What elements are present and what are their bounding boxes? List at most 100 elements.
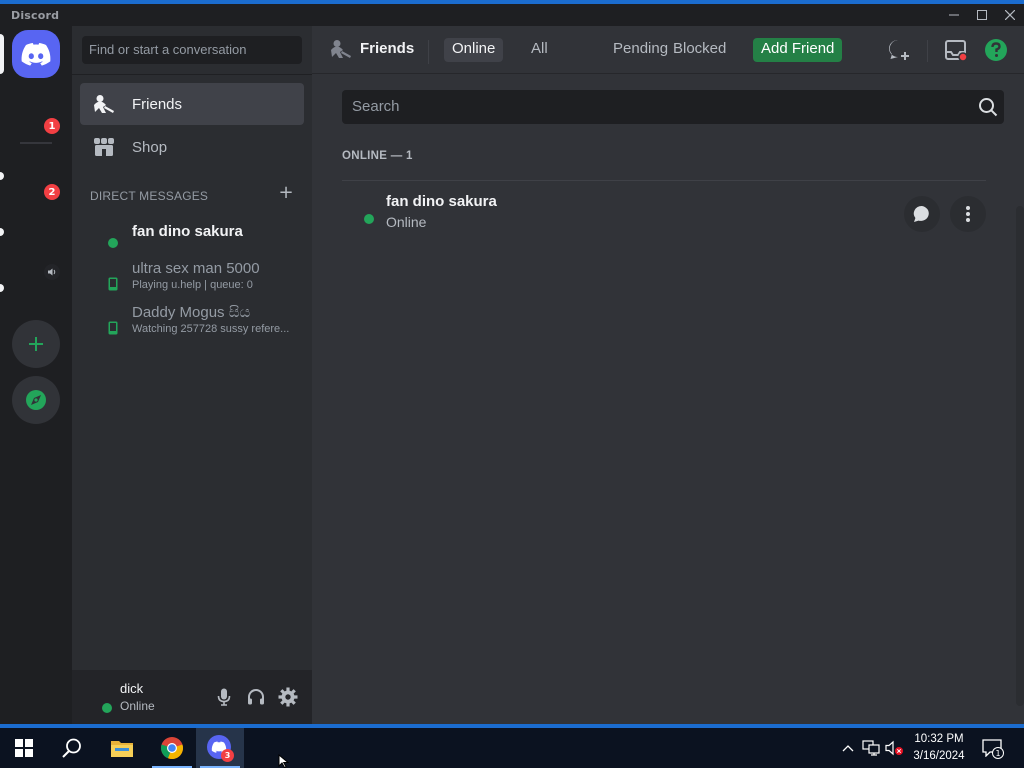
server-rail: 1 2 (0, 26, 72, 724)
network-button[interactable] (861, 738, 881, 758)
search-icon (62, 738, 81, 758)
dm-item[interactable]: Daddy Mogus සිය Watching 257728 sussy re… (80, 298, 304, 340)
server-mention-badge: 1 (44, 118, 60, 134)
explore-servers-button[interactable] (12, 376, 60, 424)
user-settings-button[interactable] (276, 685, 300, 709)
help-button[interactable] (984, 38, 1008, 62)
nav-label: Friends (132, 95, 183, 113)
new-group-dm-button[interactable] (887, 38, 911, 62)
app-title: Discord (11, 9, 60, 22)
friend-search-input[interactable]: Search (342, 90, 1004, 124)
dm-name: Daddy Mogus සිය (132, 304, 251, 321)
title-bar: Discord (0, 4, 1024, 26)
folder-icon (111, 741, 133, 757)
nav-label: Shop (132, 138, 168, 156)
show-hidden-icons-button[interactable] (838, 738, 858, 758)
plus-icon: + (278, 182, 294, 203)
scrollbar[interactable] (1016, 206, 1024, 706)
nav-item-friends[interactable]: Friends (80, 83, 304, 125)
friend-name: fan dino sakura (386, 193, 497, 210)
help-icon (985, 39, 1007, 61)
discord-app-icon: 3 (207, 735, 234, 762)
start-button[interactable] (0, 728, 48, 768)
inbox-button[interactable] (944, 38, 968, 62)
more-vertical-icon (966, 206, 970, 222)
server-mention-badge: 2 (44, 184, 60, 200)
mobile-status-icon (108, 276, 118, 295)
volume-button[interactable] (885, 738, 905, 758)
find-conversation-button[interactable]: Find or start a conversation (82, 36, 302, 64)
speaker-icon (48, 268, 56, 276)
maximize-icon (977, 10, 987, 20)
user-status: Online (120, 699, 155, 713)
close-button[interactable] (996, 4, 1024, 26)
online-count-header: ONLINE — 1 (342, 150, 413, 162)
friends-header: Friends Online All Pending Blocked Add F… (312, 26, 1024, 74)
nav-item-shop[interactable]: Shop (80, 126, 304, 168)
chevron-up-icon (842, 745, 854, 752)
discord-unread-badge: 3 (221, 749, 234, 762)
search-button[interactable] (48, 728, 96, 768)
mobile-status-icon (108, 320, 118, 339)
selected-indicator (0, 34, 4, 74)
username: dick (120, 681, 144, 696)
friend-status: Online (386, 214, 427, 230)
mouse-cursor-icon (278, 754, 290, 768)
clock-date: 3/16/2024 (913, 750, 965, 762)
volume-muted-icon (885, 740, 903, 756)
unread-indicator (0, 284, 4, 292)
dm-activity: Playing u.help | queue: 0 (132, 279, 253, 291)
dm-name: ultra sex man 5000 (132, 260, 260, 277)
tab-all[interactable]: All (523, 38, 556, 62)
taskbar: 3 10:32 PM 3/16/2024 1 (0, 728, 1024, 768)
divider (927, 40, 928, 62)
create-dm-button[interactable]: + (278, 182, 294, 203)
notification-count-badge: 1 (992, 747, 1004, 759)
page-title: Friends (360, 40, 415, 57)
minimize-button[interactable] (940, 4, 968, 26)
file-explorer-button[interactable] (98, 728, 146, 768)
online-status-icon (102, 703, 112, 713)
friends-icon (92, 92, 116, 116)
gear-icon (278, 687, 298, 707)
chat-bubble-icon (913, 205, 929, 222)
search-placeholder: Search (352, 98, 400, 115)
shop-icon (92, 135, 116, 159)
chrome-button[interactable] (148, 728, 196, 768)
clock-time: 10:32 PM (914, 733, 964, 745)
dm-section-header: DIRECT MESSAGES (90, 189, 209, 203)
dm-item[interactable]: ultra sex man 5000 Playing u.help | queu… (80, 254, 304, 296)
message-button[interactable] (904, 196, 940, 232)
more-options-button[interactable] (950, 196, 986, 232)
friends-main: Friends Online All Pending Blocked Add F… (312, 26, 1024, 724)
headphones-icon (248, 689, 264, 705)
mute-button[interactable] (212, 685, 236, 709)
add-server-icon (29, 337, 43, 351)
add-server-button[interactable] (12, 320, 60, 368)
maximize-button[interactable] (968, 4, 996, 26)
dm-sidebar: Find or start a conversation Friends Sho… (72, 26, 312, 724)
search-icon (979, 98, 998, 117)
network-icon (862, 740, 880, 756)
user-panel: dick Online (72, 670, 312, 724)
dm-name: fan dino sakura (132, 223, 243, 240)
inbox-icon (945, 40, 968, 62)
friend-row[interactable]: fan dino sakura Online (342, 182, 986, 242)
clock[interactable]: 10:32 PM 3/16/2024 (908, 731, 970, 765)
divider (72, 74, 312, 75)
chrome-icon (161, 737, 183, 760)
dm-item[interactable]: fan dino sakura (80, 210, 304, 252)
dm-activity: Watching 257728 sussy refere... (132, 323, 290, 335)
home-button[interactable] (12, 30, 60, 78)
tab-online[interactable]: Online (444, 38, 504, 62)
add-friend-button[interactable]: Add Friend (753, 38, 843, 62)
rail-separator (20, 142, 52, 144)
divider (342, 180, 986, 181)
unread-indicator (0, 172, 4, 180)
unread-indicator (0, 228, 4, 236)
discord-taskbar-button[interactable]: 3 (196, 728, 244, 768)
deafen-button[interactable] (244, 685, 268, 709)
action-center-button[interactable]: 1 (982, 738, 1004, 759)
voice-indicator (44, 264, 60, 280)
tab-blocked[interactable]: Blocked (665, 38, 734, 62)
